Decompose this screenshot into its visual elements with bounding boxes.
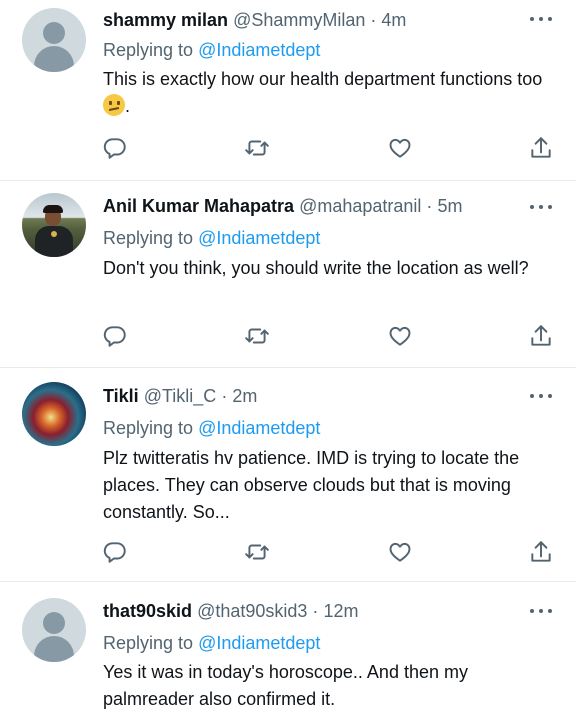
tweet-actions [0, 539, 576, 569]
tweet-text-suffix: . [125, 96, 131, 116]
replying-to-link[interactable]: @Indiametdept [198, 228, 320, 248]
reply-icon[interactable] [102, 323, 128, 349]
share-icon[interactable] [528, 135, 554, 161]
replying-to-label: Replying to [103, 418, 194, 438]
tweet-text-body: This is exactly how our health departmen… [103, 69, 543, 89]
avatar[interactable] [22, 193, 86, 257]
like-icon[interactable] [387, 539, 413, 565]
author-handle[interactable]: @ShammyMilan [233, 10, 365, 30]
timestamp[interactable]: 5m [437, 196, 462, 216]
like-icon[interactable] [387, 323, 413, 349]
author-name[interactable]: shammy milan [103, 10, 228, 30]
share-icon[interactable] [528, 539, 554, 565]
avatar[interactable] [22, 598, 86, 662]
author-name[interactable]: that90skid [103, 601, 192, 621]
more-icon[interactable] [530, 16, 552, 22]
worried-face-emoji [103, 94, 125, 116]
timestamp[interactable]: 4m [381, 10, 406, 30]
author-handle[interactable]: @Tikli_C [144, 386, 217, 406]
replying-to-label: Replying to [103, 633, 194, 653]
author-name[interactable]: Anil Kumar Mahapatra [103, 196, 294, 216]
timestamp[interactable]: 12m [323, 601, 358, 621]
tweet-actions [0, 135, 576, 165]
tweet-header: shammy milan @ShammyMilan · 4m [103, 10, 406, 31]
like-icon[interactable] [387, 135, 413, 161]
tweet-header: that90skid @that90skid3 · 12m [103, 601, 358, 622]
more-icon[interactable] [530, 204, 552, 210]
tweet-actions [0, 323, 576, 353]
separator-dot: · [370, 10, 377, 30]
share-icon[interactable] [528, 323, 554, 349]
tweet[interactable]: shammy milan @ShammyMilan · 4m Replying … [0, 0, 576, 181]
replying-to-link[interactable]: @Indiametdept [198, 633, 320, 653]
avatar[interactable] [22, 8, 86, 72]
author-name[interactable]: Tikli [103, 386, 139, 406]
separator-dot: · [312, 601, 319, 621]
tweet-text: This is exactly how our health departmen… [103, 66, 558, 120]
replying-to-link[interactable]: @Indiametdept [198, 40, 320, 60]
replying-to-label: Replying to [103, 228, 194, 248]
more-icon[interactable] [530, 608, 552, 614]
tweet-text: Yes it was in today's horoscope.. And th… [103, 662, 468, 709]
retweet-icon[interactable] [244, 135, 270, 161]
tweet[interactable]: that90skid @that90skid3 · 12m Replying t… [0, 582, 576, 728]
separator-dot: · [221, 386, 228, 406]
replying-to: Replying to @Indiametdept [103, 228, 320, 249]
reply-icon[interactable] [102, 135, 128, 161]
timestamp[interactable]: 2m [232, 386, 257, 406]
tweet[interactable]: Tikli @Tikli_C · 2m Replying to @Indiame… [0, 368, 576, 582]
replying-to: Replying to @Indiametdept [103, 418, 320, 439]
tweet-text: Don't you think, you should write the lo… [103, 258, 529, 278]
separator-dot: · [426, 196, 433, 216]
replying-to-label: Replying to [103, 40, 194, 60]
replying-to: Replying to @Indiametdept [103, 40, 320, 61]
retweet-icon[interactable] [244, 539, 270, 565]
tweet-header: Tikli @Tikli_C · 2m [103, 386, 257, 407]
tweet-header: Anil Kumar Mahapatra @mahapatranil · 5m [103, 196, 462, 217]
replying-to-link[interactable]: @Indiametdept [198, 418, 320, 438]
retweet-icon[interactable] [244, 323, 270, 349]
tweet-text: Plz twitteratis hv patience. IMD is tryi… [103, 448, 520, 522]
tweet[interactable]: Anil Kumar Mahapatra @mahapatranil · 5m … [0, 181, 576, 368]
reply-icon[interactable] [102, 539, 128, 565]
replying-to: Replying to @Indiametdept [103, 633, 320, 654]
author-handle[interactable]: @mahapatranil [299, 196, 421, 216]
avatar[interactable] [22, 382, 86, 446]
author-handle[interactable]: @that90skid3 [197, 601, 307, 621]
more-icon[interactable] [530, 393, 552, 399]
